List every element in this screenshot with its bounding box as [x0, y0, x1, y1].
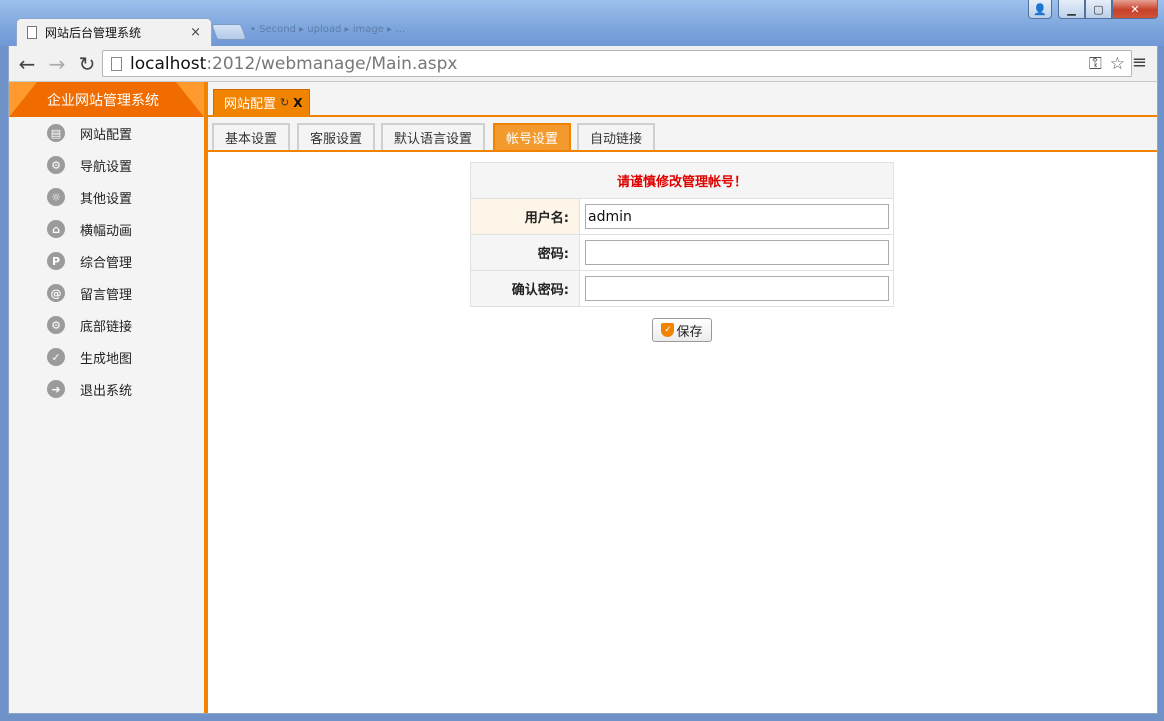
at-icon: @	[47, 284, 65, 302]
sidebar-item-3[interactable]: ⌂ 横幅动画	[9, 213, 204, 245]
sidebar-item-label: 其他设置	[80, 191, 133, 207]
username-input[interactable]	[585, 204, 889, 229]
account-form-table: 请谨慎修改管理帐号！ 用户名: 密码: 确认密码:	[470, 162, 894, 307]
address-bar[interactable]: localhost:2012/webmanage/Main.aspx ⚿ ☆	[102, 50, 1132, 77]
background-tabs: • Second ▸ upload ▸ image ▸ …	[250, 24, 406, 35]
page-tab-label: 网站配置	[224, 97, 277, 112]
sidebar-item-5[interactable]: @ 留言管理	[9, 277, 204, 309]
subtab-0[interactable]: 基本设置	[212, 123, 291, 150]
sidebar-item-1[interactable]: ⚙ 导航设置	[9, 149, 204, 181]
sidebar-item-label: 留言管理	[80, 287, 133, 303]
sidebar-item-label: 底部链接	[80, 319, 133, 335]
account-form: 请谨慎修改管理帐号！ 用户名: 密码: 确认密码: ✓ 保存	[470, 162, 894, 342]
confirm-password-label: 确认密码:	[470, 270, 580, 307]
check-icon: ✓	[47, 348, 65, 366]
sidebar-item-0[interactable]: ▤ 网站配置	[9, 117, 204, 149]
system-title: 企业网站管理系统	[9, 82, 204, 117]
link-icon: ⚙	[47, 316, 65, 334]
page-viewport: 企业网站管理系统 ▤ 网站配置 ⚙ 导航设置 ☼ 其他设置 ⌂ 横幅动画 P 综合管理 @ 留言管理 ⚙…	[8, 81, 1158, 714]
password-input[interactable]	[585, 240, 889, 265]
refresh-icon[interactable]: ↻	[280, 96, 289, 109]
sidebar-menu: ▤ 网站配置 ⚙ 导航设置 ☼ 其他设置 ⌂ 横幅动画 P 综合管理 @ 留言管理 ⚙ 底部链接 ✓ 生成地图…	[9, 117, 204, 405]
page-tab-site-config[interactable]: 网站配置 ↻ X	[213, 89, 310, 115]
sidebar-item-8[interactable]: ➜ 退出系统	[9, 373, 204, 405]
url-host: localhost	[130, 53, 207, 74]
system-title-text: 企业网站管理系统	[47, 92, 159, 109]
maximize-button[interactable]: ▢	[1085, 0, 1112, 19]
close-window-button[interactable]: ✕	[1112, 0, 1158, 19]
subtab-2[interactable]: 默认语言设置	[381, 123, 486, 150]
subtab-4[interactable]: 自动链接	[577, 123, 656, 150]
reload-icon[interactable]: ↻	[75, 52, 99, 76]
sidebar-item-2[interactable]: ☼ 其他设置	[9, 181, 204, 213]
new-tab-button[interactable]	[211, 24, 247, 40]
browser-toolbar: ← → ↻ localhost:2012/webmanage/Main.aspx…	[8, 46, 1158, 81]
subtab-3[interactable]: 帐号设置	[493, 123, 572, 150]
sidebar-item-label: 综合管理	[80, 255, 133, 271]
sidebar-item-label: 网站配置	[80, 127, 133, 143]
user-profile-icon[interactable]: 👤	[1028, 0, 1052, 19]
sidebar-item-7[interactable]: ✓ 生成地图	[9, 341, 204, 373]
key-icon[interactable]: ⚿	[1089, 54, 1102, 74]
home-icon: ⌂	[47, 220, 65, 238]
main-content: 网站配置 ↻ X 基本设置 客服设置 默认语言设置 帐号设置 自动链接 请谨慎修改管理帐…	[208, 82, 1157, 713]
username-label: 用户名:	[470, 198, 580, 235]
url-path: :2012/webmanage/Main.aspx	[206, 53, 458, 74]
arrow-right-icon: ➜	[47, 380, 65, 398]
subtab-1[interactable]: 客服设置	[297, 123, 376, 150]
settings-subtabs: 基本设置 客服设置 默认语言设置 帐号设置 自动链接	[208, 117, 1157, 152]
browser-tab[interactable]: 网站后台管理系统 ×	[16, 18, 212, 46]
sidebar-item-label: 退出系统	[80, 383, 133, 399]
window-titlebar: 👤 ▁ ▢ ✕ 网站后台管理系统 × • Second ▸ upload ▸ i…	[0, 0, 1164, 46]
monitor-icon: ▤	[47, 124, 65, 142]
sidebar: 企业网站管理系统 ▤ 网站配置 ⚙ 导航设置 ☼ 其他设置 ⌂ 横幅动画 P 综合管理 @ 留言管理 ⚙…	[9, 82, 204, 713]
forward-arrow-icon[interactable]: →	[45, 52, 69, 76]
close-icon[interactable]: X	[293, 96, 302, 110]
page-icon	[111, 56, 122, 71]
browser-menu-icon[interactable]: ≡	[1132, 52, 1147, 73]
sidebar-item-label: 生成地图	[80, 351, 133, 367]
shield-check-icon: ✓	[661, 323, 675, 337]
page-icon	[27, 26, 37, 39]
parking-icon: P	[47, 252, 65, 270]
sidebar-item-6[interactable]: ⚙ 底部链接	[9, 309, 204, 341]
page-tabbar: 网站配置 ↻ X	[208, 82, 1157, 117]
wrench-icon: ⚙	[47, 156, 65, 174]
gear-icon: ☼	[47, 188, 65, 206]
bookmark-star-icon[interactable]: ☆	[1110, 54, 1125, 74]
save-button[interactable]: ✓ 保存	[652, 318, 712, 342]
tab-close-icon[interactable]: ×	[190, 25, 201, 40]
minimize-button[interactable]: ▁	[1058, 0, 1085, 19]
sidebar-item-label: 横幅动画	[80, 223, 133, 239]
warning-message: 请谨慎修改管理帐号！	[470, 162, 894, 199]
save-button-label: 保存	[676, 324, 703, 340]
window-controls: 👤 ▁ ▢ ✕	[1028, 0, 1158, 20]
back-arrow-icon[interactable]: ←	[15, 52, 39, 76]
sidebar-item-4[interactable]: P 综合管理	[9, 245, 204, 277]
confirm-password-input[interactable]	[585, 276, 889, 301]
password-label: 密码:	[470, 234, 580, 271]
sidebar-item-label: 导航设置	[80, 159, 133, 175]
browser-tab-title: 网站后台管理系统	[45, 26, 142, 40]
